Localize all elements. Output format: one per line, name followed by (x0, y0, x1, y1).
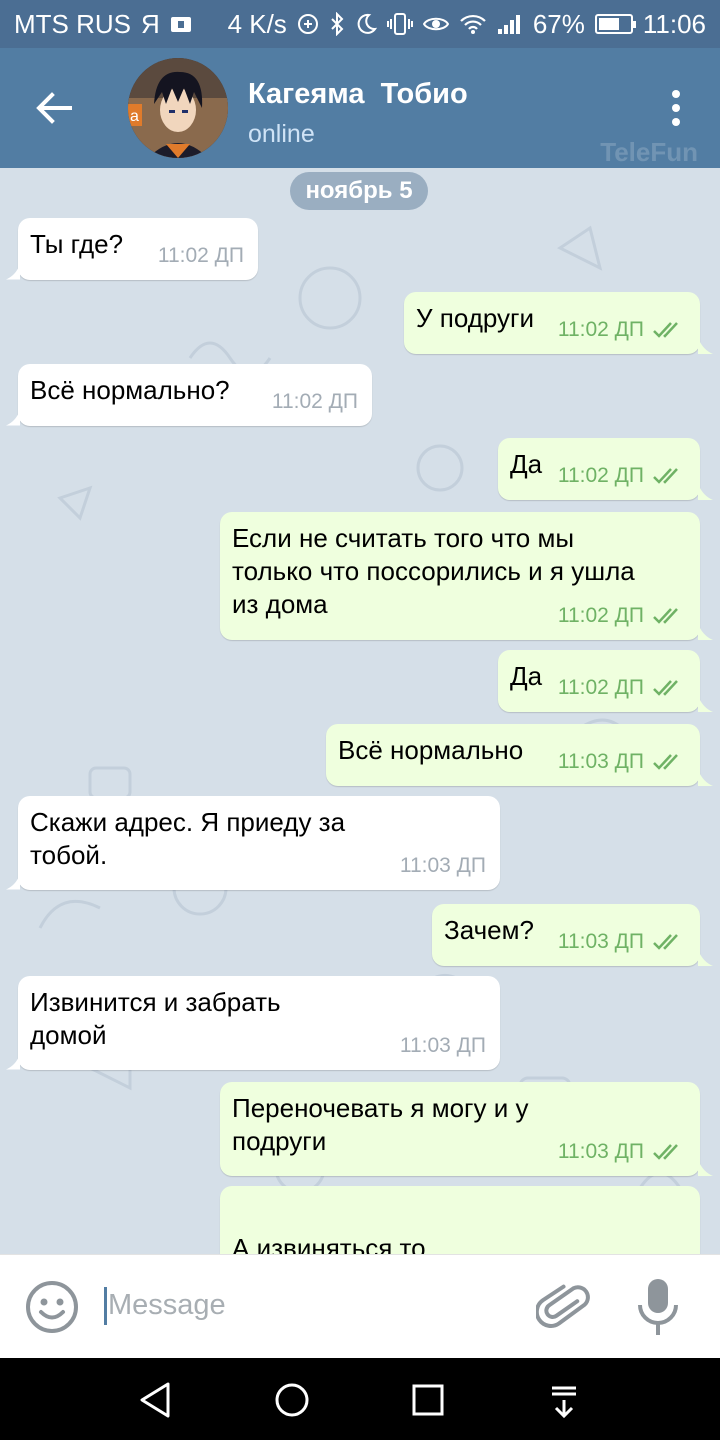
vibrate-icon (386, 13, 413, 35)
message-time: 11:03 ДП (399, 1034, 486, 1057)
status-time: 11:06 (642, 8, 706, 39)
microphone-icon[interactable] (634, 1277, 682, 1337)
bubble-tail (698, 770, 713, 786)
outgoing-message[interactable]: Переночевать я могу и у подруги 11:03 ДП (220, 1082, 713, 1176)
bubble-tail (698, 696, 713, 712)
bluetooth-icon (331, 12, 344, 36)
chat-title[interactable]: Кагеяма Тобио (248, 78, 468, 111)
eye-comfort-icon (422, 17, 449, 31)
wifi-icon (460, 14, 486, 34)
double-check-icon (653, 680, 678, 696)
message-time: 11:03 ДП (399, 854, 486, 877)
message-text: А извиняться то (232, 1233, 426, 1254)
outgoing-message[interactable]: Да 11:02 ДП (498, 438, 713, 500)
message-time: 11:03 ДП (557, 1140, 644, 1163)
message-meta: 11:02 ДП (558, 464, 686, 488)
message-time: 11:02 ДП (557, 676, 644, 699)
double-check-icon (653, 322, 678, 338)
outgoing-message[interactable]: Если не считать того что мы только что п… (220, 512, 713, 640)
bubble-tail (698, 338, 713, 354)
bubble-tail (6, 1054, 20, 1070)
outgoing-message[interactable]: Всё нормально 11:03 ДП (326, 724, 713, 786)
emoji-icon[interactable] (24, 1279, 80, 1335)
outgoing-message[interactable]: Зачем? 11:03 ДП (432, 904, 713, 966)
triangle-back-icon[interactable] (132, 1376, 180, 1424)
incoming-message[interactable]: Скажи адрес. Я приеду за тобой. 11:03 ДП (6, 796, 500, 890)
avatar-letter: a (130, 108, 139, 125)
message-meta: 11:02 ДП (558, 676, 686, 700)
status-bar: MTS RUS Я 4 K/s 67% 11:06 (0, 0, 720, 48)
double-check-icon (653, 934, 678, 950)
message-meta: 11:02 ДП (272, 390, 358, 414)
circle-home-icon[interactable] (268, 1376, 316, 1424)
message-time: 11:02 ДП (557, 464, 644, 487)
message-time: 11:02 ДП (557, 604, 644, 627)
message-time: 11:03 ДП (557, 930, 644, 953)
battery-icon (594, 14, 636, 34)
message-meta: 11:03 ДП (558, 930, 686, 954)
chat-area[interactable]: ноябрь 5 Ты где? 11:02 ДП У подруги 11:02 Д… (0, 168, 720, 1254)
notification-pull-icon[interactable] (540, 1376, 588, 1424)
message-time: 11:02 ДП (557, 318, 644, 341)
bubble-tail (698, 484, 713, 500)
square-recent-icon[interactable] (404, 1376, 452, 1424)
bubble-tail (6, 264, 20, 280)
bubble-tail (698, 950, 713, 966)
avatar-image: a (128, 58, 228, 158)
double-check-icon (653, 608, 678, 624)
outgoing-message[interactable]: А извиняться то (220, 1186, 700, 1254)
message-meta: 11:03 ДП (400, 1034, 486, 1058)
message-meta: 11:03 ДП (400, 854, 486, 878)
chat-status: online (248, 120, 315, 148)
signal-icon (497, 15, 520, 34)
message-meta: 11:02 ДП (558, 318, 686, 342)
text-cursor (104, 1287, 107, 1325)
system-navigation-bar (0, 1358, 720, 1440)
more-vertical-icon[interactable] (662, 86, 690, 130)
incoming-message[interactable]: Извинится и забрать домой 11:03 ДП (6, 976, 500, 1070)
message-time: 11:02 ДП (157, 244, 244, 267)
battery-percent: 67% (532, 8, 585, 39)
double-check-icon (653, 1144, 678, 1160)
data-saver-icon (297, 14, 318, 34)
double-check-icon (653, 468, 678, 484)
arrow-left-icon[interactable] (30, 84, 78, 132)
incoming-message[interactable]: Всё нормально? 11:02 ДП (6, 364, 372, 426)
battery-fill (598, 18, 619, 30)
message-meta: 11:03 ДП (558, 750, 686, 774)
message-input[interactable] (108, 1285, 508, 1325)
watermark: TeleFun (600, 137, 698, 167)
bubble-tail (698, 1160, 713, 1176)
message-meta: 11:02 ДП (158, 244, 244, 268)
date-chip: ноябрь 5 (290, 172, 428, 210)
message-meta: 11:03 ДП (558, 1140, 686, 1164)
chat-header: a Кагеяма Тобио online TeleFun (0, 48, 720, 168)
paperclip-icon[interactable] (536, 1279, 592, 1335)
message-time: 11:02 ДП (271, 390, 358, 413)
carrier-label: MTS RUS (14, 8, 131, 39)
incoming-message[interactable]: Ты где? 11:02 ДП (6, 218, 258, 280)
outgoing-message[interactable]: У подруги 11:02 ДП (404, 292, 713, 354)
bubble-tail (698, 624, 713, 640)
network-speed: 4 K/s (227, 8, 287, 39)
double-check-icon (653, 754, 678, 770)
do-not-disturb-moon-icon (357, 13, 377, 34)
sd-card-icon (170, 17, 191, 32)
message-meta: 11:02 ДП (558, 604, 686, 628)
carrier-app-letter: Я (141, 8, 160, 39)
outgoing-message[interactable]: Да 11:02 ДП (498, 650, 713, 712)
bubble-tail (6, 410, 20, 426)
bubble-tail (6, 874, 20, 890)
message-input-bar (0, 1254, 720, 1358)
message-time: 11:03 ДП (557, 750, 644, 773)
avatar[interactable]: a (128, 58, 228, 158)
